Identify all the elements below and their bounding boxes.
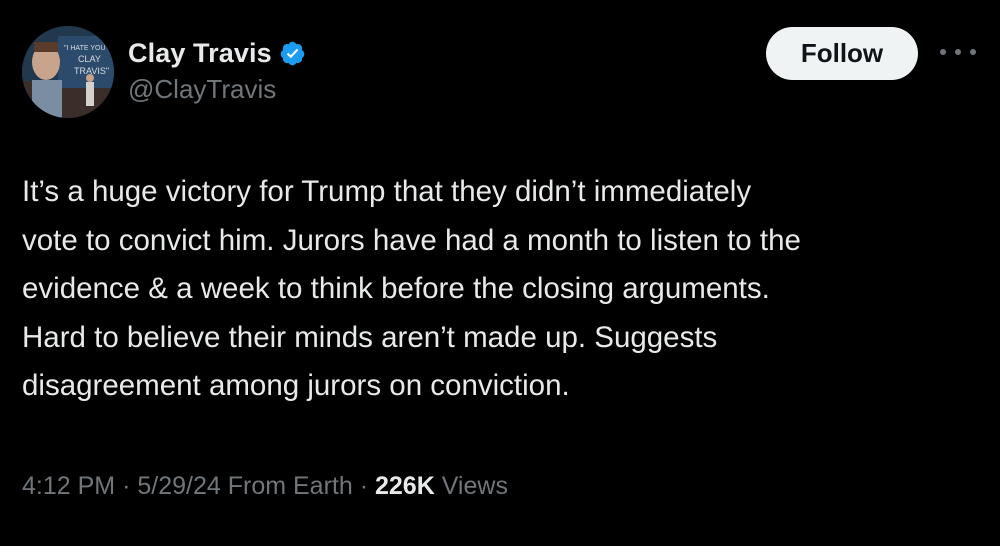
more-dot [940,49,946,55]
author-block: Clay Travis @ClayTravis [128,36,306,105]
avatar-sign-line-1: "I HATE YOU [64,45,106,52]
tweet-text-line: vote to convict him. Jurors have had a m… [22,223,801,257]
author-display-name[interactable]: Clay Travis [128,38,272,69]
verified-badge-icon[interactable] [279,40,306,67]
author-name-row: Clay Travis [128,36,306,70]
author-avatar[interactable]: "I HATE YOU CLAY TRAVIS" [22,26,114,118]
author-handle[interactable]: @ClayTravis [128,74,306,105]
tweet-time[interactable]: 4:12 PM [22,472,115,500]
meta-separator: · [359,472,369,500]
tweet-meta: 4:12 PM · 5/29/24 From Earth · 226K View… [22,472,508,501]
tweet-text-line: It’s a huge victory for Trump that they … [22,175,752,208]
follow-button[interactable]: Follow [766,27,918,80]
meta-separator: · [122,472,131,500]
views-count[interactable]: 226K [375,472,435,500]
tweet-text-line: Hard to believe their minds aren’t made … [22,320,718,354]
more-dot [955,49,961,55]
avatar-sign-line-2: CLAY [78,54,101,64]
more-options-icon[interactable] [940,40,976,64]
more-dot [970,49,976,55]
tweet-text-line: disagreement among jurors on conviction. [22,369,570,402]
tweet-text: It’s a huge victory for Trump that they … [22,168,972,411]
tweet-date[interactable]: 5/29/24 [137,472,220,500]
tweet-location: From Earth [227,472,353,500]
avatar-image: "I HATE YOU CLAY TRAVIS" [22,26,114,118]
tweet-text-line: evidence & a week to think before the cl… [22,272,770,305]
views-label: Views [441,472,508,500]
tweet-card: "I HATE YOU CLAY TRAVIS" Clay Travis @Cl… [0,0,1000,546]
